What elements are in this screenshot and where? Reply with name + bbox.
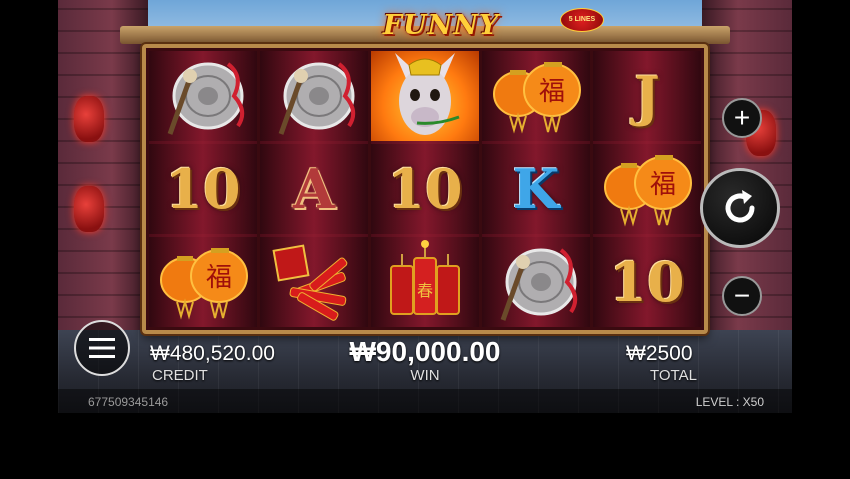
hanging-lantern-icon — [74, 96, 104, 142]
game-screen: FUNNY ALPACA 5 LINES 10 — [58, 0, 792, 413]
reel-2: A — [260, 51, 368, 327]
hamburger-icon — [89, 338, 115, 358]
total-bet-value[interactable]: ₩2500 — [626, 342, 693, 366]
lines-badge: 5 LINES — [560, 8, 604, 32]
menu-button[interactable] — [74, 320, 130, 376]
gong-icon — [278, 62, 356, 135]
lanterns-icon: 福 — [493, 62, 581, 134]
reel-3: 10 春 — [371, 51, 479, 327]
fu-character: 福 — [206, 263, 232, 293]
reel-cell-wild — [371, 51, 479, 141]
game-round-id: 677509345146 — [88, 395, 169, 409]
reel-cell: 福 — [593, 144, 701, 234]
reel-cell: 福 — [482, 51, 590, 141]
reel-cell: 10 — [149, 144, 257, 234]
credit-value: ₩480,520.00 — [150, 342, 275, 365]
symbol-ten: 10 — [387, 157, 463, 221]
credit-label: CREDIT — [152, 367, 208, 384]
reel-cell — [260, 237, 368, 327]
firecracker-bundle-icon — [272, 244, 348, 321]
total-bet-label: TOTAL — [650, 367, 697, 384]
refresh-icon — [725, 190, 755, 223]
reel-1: 10 福 — [149, 51, 257, 327]
reel-cell: K — [482, 144, 590, 234]
symbol-ten: 10 — [165, 157, 241, 221]
win-label: WIN — [410, 367, 440, 384]
left-building — [58, 0, 148, 340]
reel-cell: 10 — [593, 237, 701, 327]
fu-character: 福 — [650, 170, 676, 200]
reel-5: J 福 10 — [593, 51, 701, 327]
status-bar — [58, 389, 792, 413]
decrease-bet-button[interactable]: − — [722, 276, 762, 316]
game-logo: FUNNY ALPACA 5 LINES — [326, 6, 604, 81]
chun-character: 春 — [417, 281, 433, 300]
spin-button[interactable] — [700, 168, 780, 248]
gong-icon — [500, 248, 578, 321]
symbol-ten: 10 — [609, 250, 685, 314]
reel-grid: 10 福 A 10 春 福 K J 福 10 — [142, 44, 708, 334]
reel-cell: 10 — [371, 144, 479, 234]
reel-cell: J — [593, 51, 701, 141]
increase-bet-button[interactable]: + — [722, 98, 762, 138]
firecrackers-icon: 春 — [390, 240, 460, 315]
symbol-a: A — [293, 157, 335, 221]
reel-cell — [149, 51, 257, 141]
win-value: ₩90,000.00 — [349, 336, 501, 367]
level-indicator: LEVEL : X50 — [695, 395, 764, 409]
lanterns-icon: 福 — [604, 155, 692, 227]
reel-4: 福 K — [482, 51, 590, 327]
lanterns-icon: 福 — [160, 248, 248, 320]
reel-cell: A — [260, 144, 368, 234]
hanging-lantern-icon — [74, 186, 104, 232]
symbol-j: J — [634, 64, 660, 128]
gong-icon — [167, 62, 245, 135]
reel-cell — [260, 51, 368, 141]
alpaca-icon — [395, 53, 460, 135]
reel-cell: 福 — [149, 237, 257, 327]
fu-character: 福 — [539, 77, 565, 107]
reel-cell: 春 — [371, 237, 479, 327]
symbol-k: K — [512, 157, 560, 221]
reel-cell — [482, 237, 590, 327]
